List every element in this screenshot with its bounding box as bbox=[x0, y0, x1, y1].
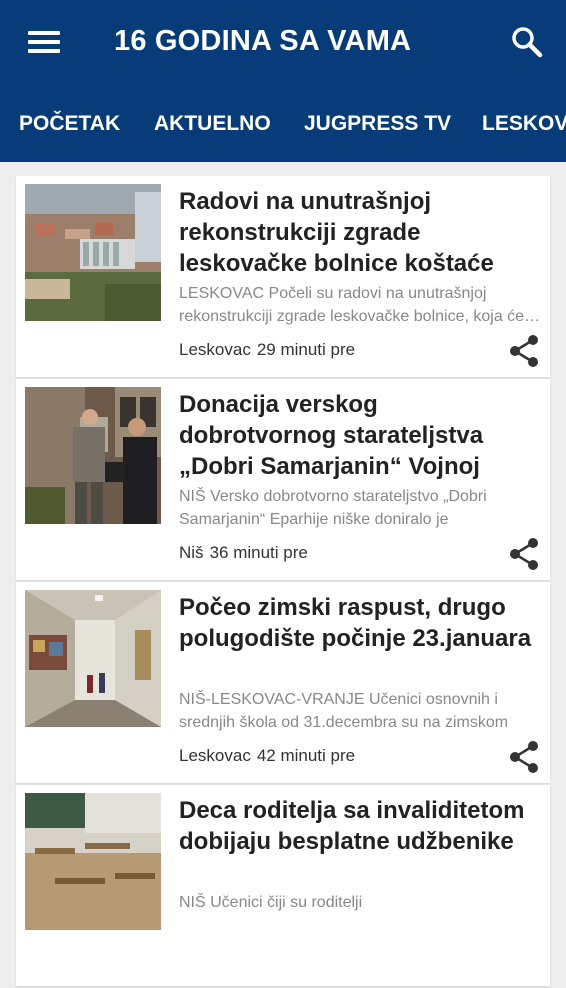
article-title: Deca roditelja sa invaliditetom dobijaju… bbox=[179, 797, 525, 855]
tab-pocetak[interactable]: POČETAK bbox=[19, 112, 120, 136]
share-icon[interactable] bbox=[506, 739, 542, 775]
article-meta: Leskovac 29 minuti pre bbox=[179, 340, 355, 360]
article-title: Radovi na unutrašnjoj rekonstrukciji zgr… bbox=[179, 188, 494, 277]
article-excerpt: NIŠ Učenici čiji su roditelji bbox=[179, 894, 363, 911]
article-meta: Niš 36 minuti pre bbox=[179, 543, 308, 563]
article-excerpt: LESKOVAC Počeli su radovi na unutrašnjoj… bbox=[179, 285, 525, 325]
article-card[interactable]: Počeo zimski raspust, drugo polugodište … bbox=[16, 582, 550, 783]
article-thumbnail bbox=[25, 184, 161, 321]
tab-leskovac[interactable]: LESKOVAC bbox=[482, 112, 566, 136]
article-location: Niš bbox=[179, 543, 204, 562]
article-thumbnail bbox=[25, 590, 161, 727]
tab-aktuelno[interactable]: AKTUELNO bbox=[154, 112, 271, 136]
app-title: 16 GODINA SA VAMA bbox=[114, 25, 412, 57]
category-tabs: POČETAK AKTUELNO JUGPRESS TV LESKOVAC bbox=[0, 86, 566, 162]
article-title: Počeo zimski raspust, drugo polugodište … bbox=[179, 594, 532, 652]
article-title: Donacija verskog dobrotvornog starateljs… bbox=[179, 391, 484, 480]
article-thumbnail bbox=[25, 387, 161, 524]
article-excerpt: NIŠ Versko dobrotvorno starateljstvo „Do… bbox=[179, 488, 487, 528]
article-card[interactable]: Deca roditelja sa invaliditetom dobijaju… bbox=[16, 785, 550, 986]
search-icon[interactable] bbox=[510, 25, 544, 59]
article-meta: Leskovac 42 minuti pre bbox=[179, 746, 355, 766]
app-bar: 16 GODINA SA VAMA bbox=[0, 0, 566, 86]
article-location: Leskovac bbox=[179, 340, 251, 359]
share-icon[interactable] bbox=[506, 333, 542, 369]
article-card[interactable]: Radovi na unutrašnjoj rekonstrukciji zgr… bbox=[16, 176, 550, 377]
share-icon[interactable] bbox=[506, 536, 542, 572]
article-list: Radovi na unutrašnjoj rekonstrukciji zgr… bbox=[16, 176, 550, 988]
article-time: 42 minuti pre bbox=[256, 746, 356, 765]
article-time: 29 minuti pre bbox=[256, 340, 356, 359]
article-card[interactable]: Donacija verskog dobrotvornog starateljs… bbox=[16, 379, 550, 580]
tab-jugpress-tv[interactable]: JUGPRESS TV bbox=[304, 112, 451, 136]
article-location: Leskovac bbox=[179, 746, 251, 765]
article-thumbnail bbox=[25, 793, 161, 930]
article-time: 36 minuti pre bbox=[209, 543, 308, 562]
hamburger-icon[interactable] bbox=[28, 30, 60, 54]
article-excerpt: NIŠ-LESKOVAC-VRANJE Učenici osnovnih i s… bbox=[179, 691, 509, 731]
